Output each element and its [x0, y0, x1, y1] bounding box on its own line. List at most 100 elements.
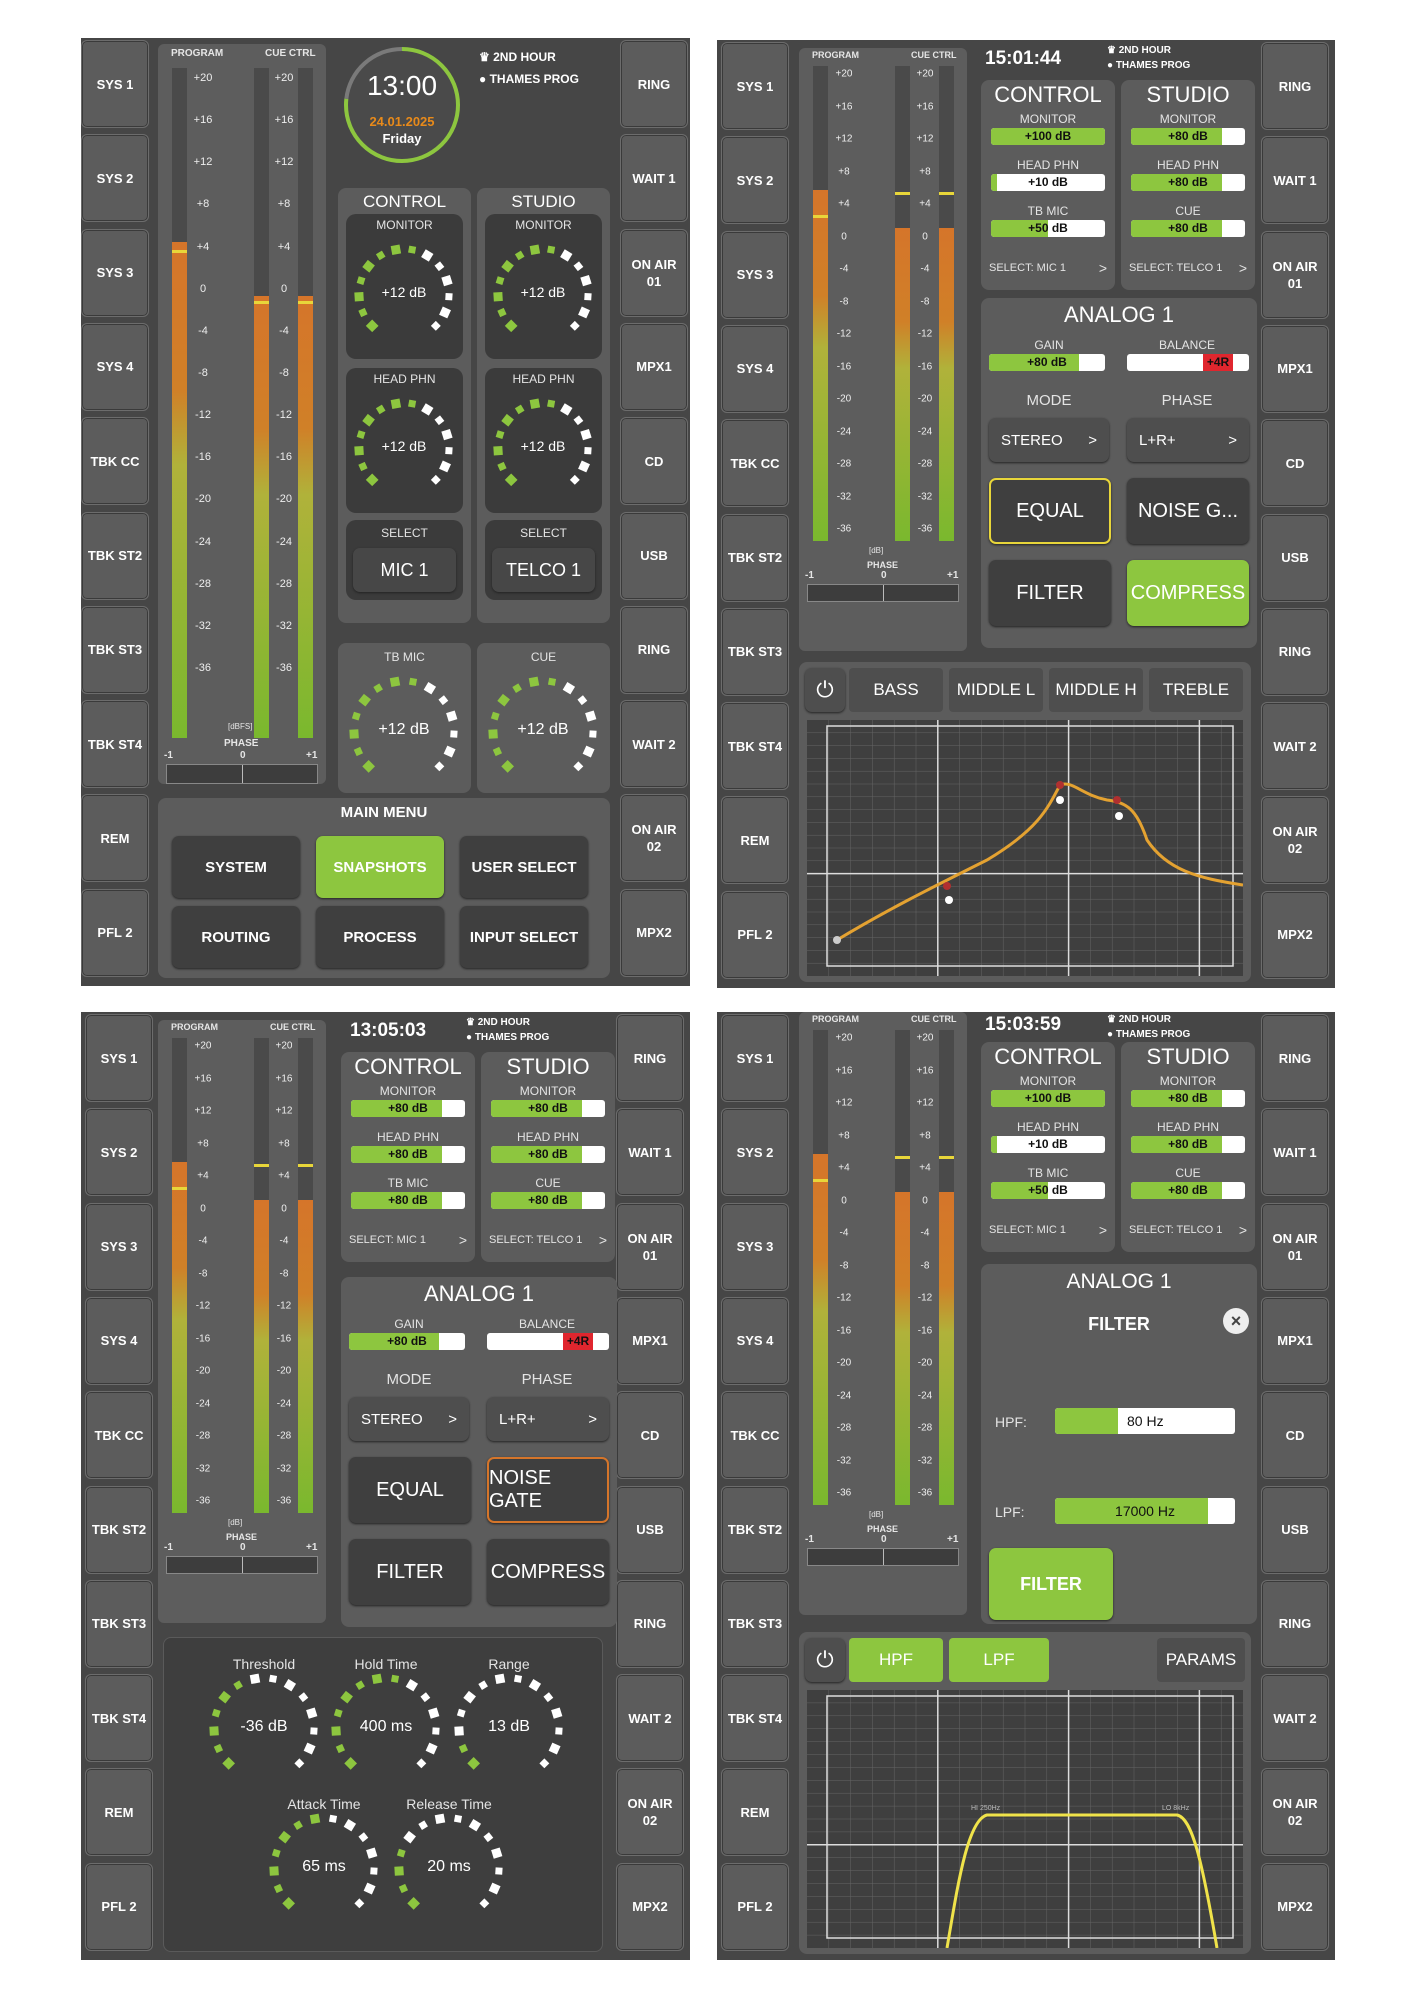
- sidebar-left-btn[interactable]: REM: [721, 1768, 789, 1857]
- sidebar-left-btn[interactable]: TBK ST3: [85, 1579, 153, 1668]
- studio-select-telco[interactable]: TELCO 1: [492, 548, 595, 592]
- sidebar-left-btn[interactable]: SYS 2: [85, 1108, 153, 1197]
- sidebar-right-btn[interactable]: MPX1: [1261, 324, 1329, 413]
- sidebar-left-btn[interactable]: SYS 1: [85, 1014, 153, 1102]
- sidebar-right-btn[interactable]: WAIT 2: [620, 700, 688, 789]
- sidebar-right-btn[interactable]: MPX2: [1261, 1862, 1329, 1951]
- studio-select-label[interactable]: SELECT: TELCO 1: [1129, 262, 1222, 274]
- sidebar-right-btn[interactable]: WAIT 2: [616, 1674, 684, 1763]
- chevron-right-icon[interactable]: >: [1239, 260, 1247, 276]
- chevron-right-icon[interactable]: >: [1239, 1222, 1247, 1238]
- sidebar-right-btn[interactable]: RING: [616, 1014, 684, 1102]
- sidebar-right-btn[interactable]: WAIT 2: [1261, 1674, 1329, 1763]
- control-phn-slider[interactable]: +10 dB: [991, 174, 1105, 191]
- studio-phn-slider[interactable]: +80 dB: [1131, 174, 1245, 191]
- sidebar-right-btn[interactable]: ON AIR 02: [1261, 1768, 1329, 1857]
- sidebar-left-btn[interactable]: SYS 3: [721, 230, 789, 319]
- sidebar-right-btn[interactable]: CD: [1261, 1391, 1329, 1480]
- sidebar-left-btn[interactable]: SYS 3: [85, 1202, 153, 1291]
- sidebar-left-btn[interactable]: TBK ST4: [721, 1674, 789, 1763]
- close-icon[interactable]: ×: [1223, 1308, 1249, 1334]
- power-icon[interactable]: ⏻: [805, 668, 845, 712]
- studio-phn-slider[interactable]: +80 dB: [491, 1146, 605, 1163]
- sidebar-right-btn[interactable]: USB: [620, 511, 688, 600]
- lpf-slider[interactable]: 17000 Hz: [1055, 1498, 1235, 1524]
- gain-slider[interactable]: +80 dB: [349, 1333, 465, 1350]
- chevron-right-icon[interactable]: >: [459, 1232, 467, 1248]
- sidebar-right-btn[interactable]: ON AIR 01: [620, 228, 688, 317]
- sidebar-left-btn[interactable]: PFL 2: [81, 888, 149, 977]
- sidebar-left-btn[interactable]: SYS 4: [721, 324, 789, 413]
- sidebar-left-btn[interactable]: PFL 2: [721, 1862, 789, 1951]
- sidebar-left-btn[interactable]: TBK ST3: [721, 1579, 789, 1668]
- sidebar-left-btn[interactable]: SYS 2: [81, 134, 149, 223]
- fx-equal[interactable]: EQUAL: [349, 1457, 471, 1523]
- sidebar-right-btn[interactable]: MPX2: [1261, 890, 1329, 979]
- sidebar-left-btn[interactable]: SYS 3: [81, 228, 149, 317]
- sidebar-right-btn[interactable]: WAIT 1: [616, 1108, 684, 1197]
- sidebar-right-btn[interactable]: RING: [620, 605, 688, 694]
- sidebar-right-btn[interactable]: WAIT 2: [1261, 702, 1329, 791]
- sidebar-left-btn[interactable]: SYS 4: [721, 1296, 789, 1385]
- control-tb-slider[interactable]: +50 dB: [991, 1182, 1105, 1199]
- tab-hpf[interactable]: HPF: [849, 1638, 943, 1682]
- sidebar-left-btn[interactable]: SYS 1: [721, 42, 789, 130]
- sidebar-right-btn[interactable]: ON AIR 02: [620, 794, 688, 883]
- control-tb-slider[interactable]: +80 dB: [351, 1192, 465, 1209]
- sidebar-left-btn[interactable]: SYS 2: [721, 136, 789, 225]
- phase-select[interactable]: L+R+ >: [487, 1397, 609, 1441]
- sidebar-right-btn[interactable]: USB: [1261, 513, 1329, 602]
- sidebar-left-btn[interactable]: TBK ST2: [81, 511, 149, 600]
- sidebar-right-btn[interactable]: MPX1: [616, 1296, 684, 1385]
- hpf-slider[interactable]: 80 Hz: [1055, 1408, 1235, 1434]
- studio-cue-slider[interactable]: +80 dB: [491, 1192, 605, 1209]
- sidebar-right-btn[interactable]: MPX2: [616, 1862, 684, 1951]
- phase-select[interactable]: L+R+ >: [1127, 418, 1249, 462]
- sidebar-left-btn[interactable]: TBK ST3: [721, 607, 789, 696]
- filter-enable-button[interactable]: FILTER: [989, 1548, 1113, 1620]
- sidebar-right-btn[interactable]: MPX2: [620, 888, 688, 977]
- gain-slider[interactable]: +80 dB: [989, 354, 1105, 371]
- menu-process[interactable]: PROCESS: [316, 906, 444, 968]
- menu-input-select[interactable]: INPUT SELECT: [460, 906, 588, 968]
- sidebar-left-btn[interactable]: TBK ST4: [721, 702, 789, 791]
- sidebar-right-btn[interactable]: CD: [620, 417, 688, 506]
- sidebar-right-btn[interactable]: ON AIR 02: [616, 1768, 684, 1857]
- sidebar-right-btn[interactable]: RING: [1261, 1579, 1329, 1668]
- power-icon[interactable]: ⏻: [805, 1638, 845, 1682]
- sidebar-left-btn[interactable]: SYS 1: [721, 1014, 789, 1102]
- tab-lpf[interactable]: LPF: [949, 1638, 1049, 1682]
- sidebar-right-btn[interactable]: RING: [1261, 1014, 1329, 1102]
- studio-monitor-slider[interactable]: +80 dB: [491, 1100, 605, 1117]
- sidebar-right-btn[interactable]: CD: [616, 1391, 684, 1480]
- studio-monitor-slider[interactable]: +80 dB: [1131, 1090, 1245, 1107]
- control-select-label[interactable]: SELECT: MIC 1: [989, 1224, 1066, 1236]
- sidebar-right-btn[interactable]: RING: [1261, 42, 1329, 130]
- sidebar-left-btn[interactable]: SYS 4: [85, 1296, 153, 1385]
- control-select-label[interactable]: SELECT: MIC 1: [349, 1234, 426, 1246]
- sidebar-left-btn[interactable]: SYS 4: [81, 322, 149, 411]
- mode-select[interactable]: STEREO >: [989, 418, 1109, 462]
- menu-user-select[interactable]: USER SELECT: [460, 836, 588, 898]
- studio-select-label[interactable]: SELECT: TELCO 1: [1129, 1224, 1222, 1236]
- sidebar-left-btn[interactable]: PFL 2: [721, 890, 789, 979]
- tab-bass[interactable]: BASS: [849, 668, 943, 712]
- sidebar-right-btn[interactable]: RING: [1261, 607, 1329, 696]
- sidebar-left-btn[interactable]: TBK ST2: [85, 1485, 153, 1574]
- sidebar-left-btn[interactable]: TBK CC: [81, 417, 149, 506]
- sidebar-right-btn[interactable]: WAIT 1: [1261, 1108, 1329, 1197]
- control-monitor-slider[interactable]: +100 dB: [991, 1090, 1105, 1107]
- sidebar-left-btn[interactable]: TBK CC: [721, 419, 789, 508]
- tab-middle-l[interactable]: MIDDLE L: [949, 668, 1043, 712]
- sidebar-left-btn[interactable]: SYS 3: [721, 1202, 789, 1291]
- balance-slider[interactable]: +4R: [1127, 354, 1249, 371]
- sidebar-left-btn[interactable]: TBK ST2: [721, 1485, 789, 1574]
- sidebar-right-btn[interactable]: ON AIR 01: [1261, 1202, 1329, 1291]
- fx-compress[interactable]: COMPRESS: [487, 1539, 609, 1605]
- fx-equal[interactable]: EQUAL: [989, 478, 1111, 544]
- sidebar-right-btn[interactable]: WAIT 1: [620, 134, 688, 223]
- sidebar-right-btn[interactable]: CD: [1261, 419, 1329, 508]
- sidebar-right-btn[interactable]: USB: [1261, 1485, 1329, 1574]
- params-button[interactable]: PARAMS: [1157, 1638, 1245, 1682]
- sidebar-right-btn[interactable]: MPX1: [1261, 1296, 1329, 1385]
